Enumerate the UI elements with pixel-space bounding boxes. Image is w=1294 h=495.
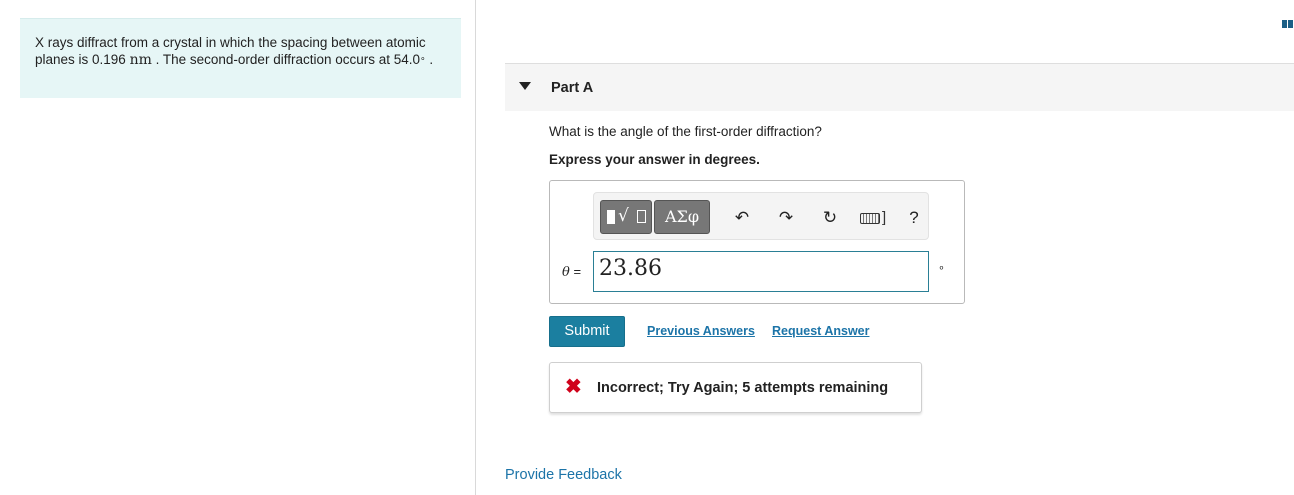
keyboard-icon[interactable]: ] — [860, 208, 888, 228]
answer-variable-label: θ = — [562, 264, 581, 280]
sqrt-icon: √ — [618, 206, 629, 226]
part-a-header[interactable]: Part A — [505, 63, 1294, 111]
caret-down-icon[interactable] — [519, 82, 531, 90]
incorrect-x-icon: ✖ — [565, 376, 582, 398]
part-title: Part A — [551, 80, 594, 96]
greek-symbols-button[interactable]: ΑΣφ — [654, 200, 710, 234]
theta-symbol: θ — [562, 265, 570, 280]
problem-text-3: . — [425, 51, 434, 67]
keyboard-bracket: ] — [882, 209, 887, 226]
templates-button[interactable]: √ — [600, 200, 652, 234]
feedback-text: Incorrect; Try Again; 5 attempts remaini… — [597, 380, 889, 396]
provide-feedback-link[interactable]: Provide Feedback — [505, 467, 622, 483]
reset-icon[interactable]: ↻ — [820, 208, 840, 228]
templates-icon — [607, 210, 615, 224]
feedback-message-box: ✖ Incorrect; Try Again; 5 attempts remai… — [549, 362, 922, 413]
problem-statement: X rays diffract from a crystal in which … — [20, 18, 461, 98]
previous-answers-link[interactable]: Previous Answers — [647, 324, 755, 338]
keyboard-shape — [860, 213, 880, 224]
instruction-text: Express your answer in degrees. — [549, 152, 760, 167]
answer-input[interactable]: 23.86 — [593, 251, 929, 292]
problem-text-2: . The second-order diffraction occurs at… — [151, 51, 421, 67]
request-answer-link[interactable]: Request Answer — [772, 324, 869, 338]
problem-unit-nm: nm — [129, 51, 152, 68]
math-toolbar: √ ΑΣφ ↶ ↷ ↻ ] ? — [593, 192, 929, 240]
question-text: What is the angle of the first-order dif… — [549, 124, 822, 139]
undo-icon[interactable]: ↶ — [732, 208, 752, 228]
answer-area: √ ΑΣφ ↶ ↷ ↻ ] ? θ = 23.86 ∘ — [549, 180, 965, 304]
unit-degree: ∘ — [938, 262, 945, 274]
redo-icon[interactable]: ↷ — [776, 208, 796, 228]
panel-divider — [475, 0, 476, 495]
box-icon — [637, 210, 646, 223]
book-icon[interactable] — [1282, 15, 1294, 28]
equals-sign: = — [569, 264, 582, 279]
submit-button[interactable]: Submit — [549, 316, 625, 347]
problem-degree-symbol: ∘ — [420, 52, 426, 63]
help-icon[interactable]: ? — [904, 208, 924, 228]
